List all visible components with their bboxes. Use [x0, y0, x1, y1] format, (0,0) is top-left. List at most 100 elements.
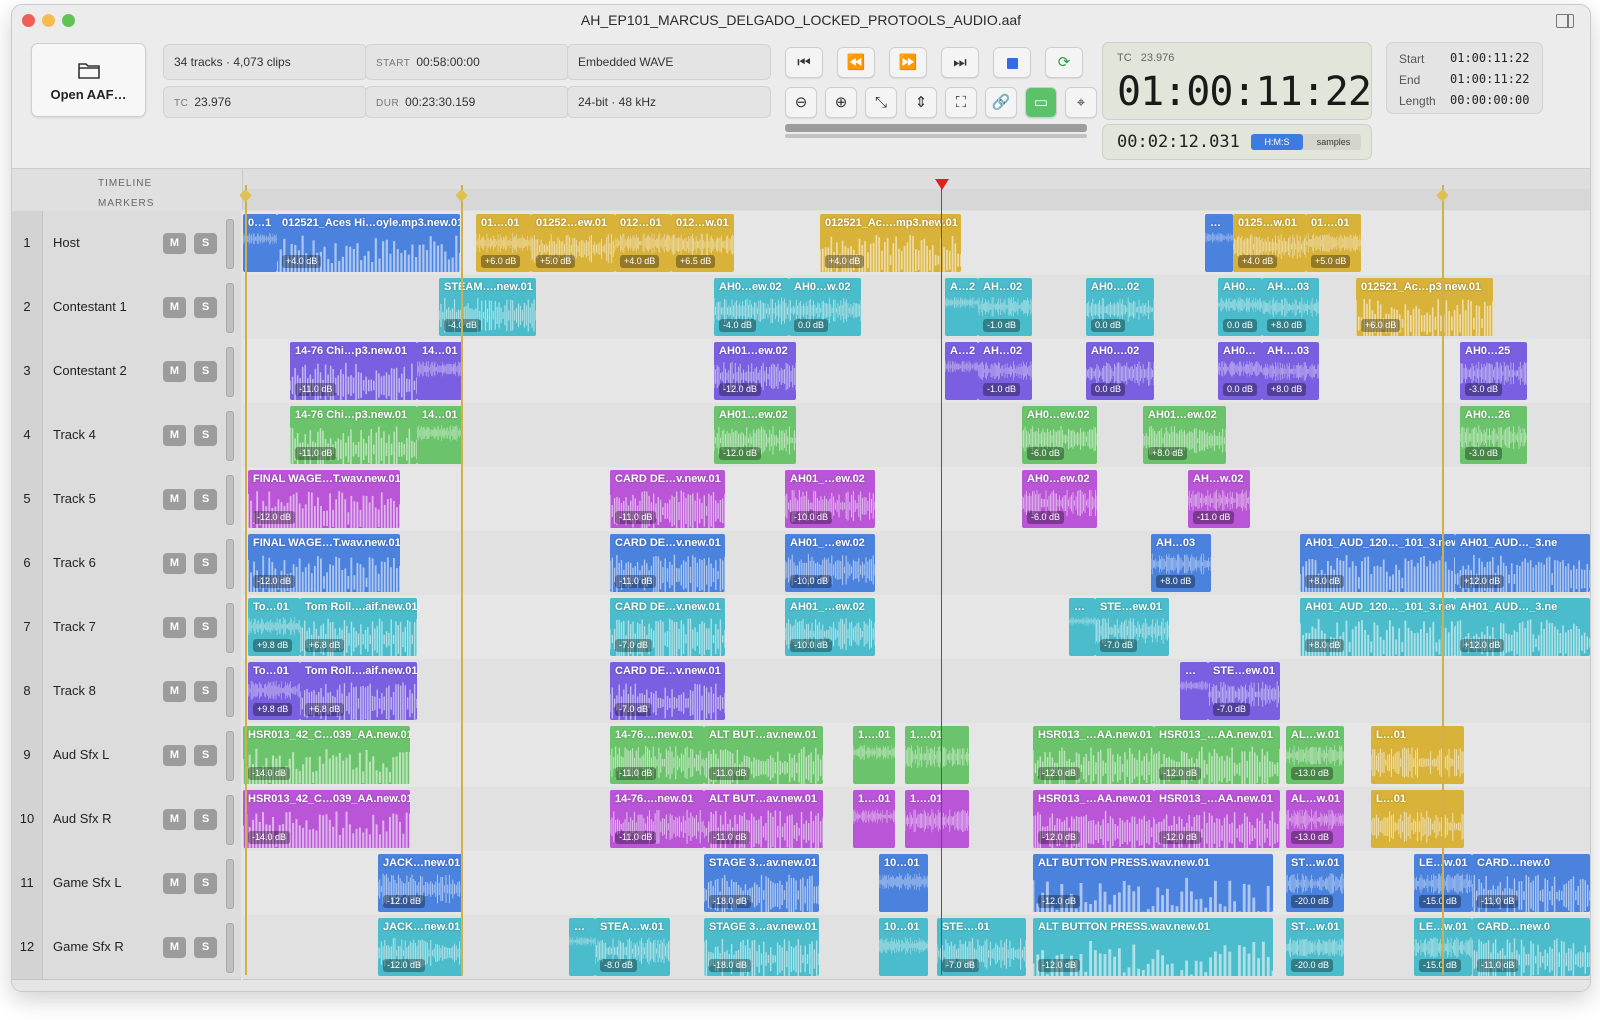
audio-clip[interactable]: AH0….02 0.0 dB	[1086, 342, 1154, 400]
audio-clip[interactable]: L…01	[1371, 790, 1464, 848]
track-volume-fader[interactable]	[226, 859, 234, 909]
track-volume-fader[interactable]	[226, 603, 234, 653]
audio-clip[interactable]: ALT BUTTON PRESS.wav.new.01 -12.0 dB	[1033, 918, 1273, 976]
mute-button[interactable]: M	[163, 233, 186, 254]
mute-button[interactable]: M	[163, 873, 186, 894]
solo-button[interactable]: S	[194, 745, 217, 766]
zoom-in-button[interactable]: ⊕	[825, 87, 857, 118]
mute-button[interactable]: M	[163, 361, 186, 382]
audio-clip[interactable]: AH0…w.02 0.0 dB	[789, 278, 861, 336]
audio-clip[interactable]: STE….01 -7.0 dB	[937, 918, 1026, 976]
audio-clip[interactable]: ST…w.01 -20.0 dB	[1286, 918, 1344, 976]
track-header[interactable]: 1 Host M S	[12, 211, 241, 276]
track-lane[interactable]: HSR013_42_C…039_AA.new.01 -14.0 dB 14-76….…	[243, 787, 1590, 852]
audio-clip[interactable]: JACK…new.01 -12.0 dB	[378, 918, 463, 976]
sidebar-toggle-icon[interactable]	[1556, 14, 1574, 28]
solo-button[interactable]: S	[194, 489, 217, 510]
open-aaf-button[interactable]: Open AAF…	[31, 43, 146, 117]
track-header[interactable]: 10 Aud Sfx R M S	[12, 787, 241, 852]
audio-clip[interactable]: FINAL WAGE…T.wav.new.01 -12.0 dB	[248, 534, 400, 592]
time-format-toggle[interactable]: H:M:S samples	[1251, 134, 1361, 150]
audio-clip[interactable]: CARD…new.0 -11.0 dB	[1472, 854, 1590, 912]
track-lane[interactable]: FINAL WAGE…T.wav.new.01 -12.0 dB CARD DE…v…	[243, 531, 1590, 596]
track-header[interactable]: 7 Track 7 M S	[12, 595, 241, 660]
audio-clip[interactable]: 012521_Ac….mp3.new.01 +4.0 dB	[820, 214, 961, 272]
mute-button[interactable]: M	[163, 489, 186, 510]
audio-clip[interactable]: …	[1205, 214, 1233, 272]
solo-button[interactable]: S	[194, 425, 217, 446]
audio-clip[interactable]: ALT BUTTON PRESS.wav.new.01 -12.0 dB	[1033, 854, 1273, 912]
audio-clip[interactable]: AH…03 +8.0 dB	[1151, 534, 1211, 592]
track-header[interactable]: 4 Track 4 M S	[12, 403, 241, 468]
audio-clip[interactable]: AH01_…ew.02 -10.0 dB	[785, 470, 875, 528]
track-volume-fader[interactable]	[226, 475, 234, 525]
audio-clip[interactable]: HSR013_…AA.new.01 -12.0 dB	[1033, 726, 1154, 784]
audio-clip[interactable]: …	[569, 918, 595, 976]
audio-clip[interactable]: To…01 +9.8 dB	[248, 662, 300, 720]
audio-clip[interactable]: AH01_AUD_120…_101_3.new. +8.0 dB	[1300, 598, 1455, 656]
audio-clip[interactable]: 012521_Aces Hi…oyle.mp3.new.01 +4.0 dB	[277, 214, 460, 272]
track-lane[interactable]: FINAL WAGE…T.wav.new.01 -12.0 dB CARD DE…v…	[243, 467, 1590, 532]
audio-clip[interactable]: …	[1069, 598, 1095, 656]
audio-clip[interactable]: STEA…w.01 -8.0 dB	[595, 918, 670, 976]
audio-clip[interactable]: L…01	[1371, 726, 1464, 784]
track-volume-fader[interactable]	[226, 667, 234, 717]
track-lane[interactable]: HSR013_42_C…039_AA.new.01 -14.0 dB 14-76….…	[243, 723, 1590, 788]
solo-button[interactable]: S	[194, 617, 217, 638]
audio-clip[interactable]: CARD DE…v.new.01 -7.0 dB	[610, 662, 725, 720]
audio-clip[interactable]: AH0…ew.02 -6.0 dB	[1022, 406, 1097, 464]
locate-button[interactable]: ⌖	[1065, 87, 1097, 118]
audio-clip[interactable]: AH0….02 0.0 dB	[1086, 278, 1154, 336]
track-lane[interactable]: 14-76 Chi…p3.new.01 -11.0 dB 14…01 AH01…ew.…	[243, 339, 1590, 404]
audio-clip[interactable]: AH01_…ew.02 -10.0 dB	[785, 534, 875, 592]
track-volume-fader[interactable]	[226, 539, 234, 589]
audio-clip[interactable]: 14-76 Chi…p3.new.01 -11.0 dB	[290, 406, 417, 464]
audio-clip[interactable]: AH0…26 -3.0 dB	[1460, 406, 1527, 464]
audio-clip[interactable]: AH01…ew.02 +8.0 dB	[1143, 406, 1226, 464]
audio-clip[interactable]: HSR013_42_C…039_AA.new.01 -14.0 dB	[243, 790, 410, 848]
track-volume-fader[interactable]	[226, 219, 234, 269]
mute-button[interactable]: M	[163, 553, 186, 574]
playhead-handle[interactable]	[935, 179, 949, 190]
track-volume-fader[interactable]	[226, 731, 234, 781]
solo-button[interactable]: S	[194, 297, 217, 318]
track-header[interactable]: 6 Track 6 M S	[12, 531, 241, 596]
audio-clip[interactable]: AL…w.01 -13.0 dB	[1286, 726, 1344, 784]
audio-clip[interactable]: HSR013_42_C…039_AA.new.01 -14.0 dB	[243, 726, 410, 784]
audio-clip[interactable]: AH01_AUD…_3.ne +12.0 dB	[1455, 534, 1590, 592]
audio-clip[interactable]: CARD…new.0 -11.0 dB	[1472, 918, 1590, 976]
audio-clip[interactable]: 1….01	[905, 790, 969, 848]
zoom-window-button[interactable]	[62, 14, 75, 27]
track-header[interactable]: 8 Track 8 M S	[12, 659, 241, 724]
audio-clip[interactable]: 01….01 +6.0 dB	[476, 214, 531, 272]
mute-button[interactable]: M	[163, 617, 186, 638]
audio-clip[interactable]: 01252…ew.01 +5.0 dB	[531, 214, 615, 272]
track-lane[interactable]: 14-76 Chi…p3.new.01 -11.0 dB 14…01 AH01…ew.…	[243, 403, 1590, 468]
audio-clip[interactable]: CARD DE…v.new.01 -11.0 dB	[610, 470, 725, 528]
audio-clip[interactable]: AH01_…ew.02 -10.0 dB	[785, 598, 875, 656]
audio-clip[interactable]: ST…w.01 -20.0 dB	[1286, 854, 1344, 912]
audio-clip[interactable]: 1….01	[853, 790, 895, 848]
audio-clip[interactable]: ALT BUT…av.new.01 -11.0 dB	[704, 726, 823, 784]
audio-clip[interactable]: ALT BUT…av.new.01 -11.0 dB	[704, 790, 823, 848]
audio-clip[interactable]: AH0…ew.02 -4.0 dB	[714, 278, 789, 336]
audio-clip[interactable]: 012521_Ac…p3.new.01 +6.0 dB	[1356, 278, 1493, 336]
track-lane[interactable]: To…01 +9.8 dB Tom Roll….aif.new.01 +6.8 dB C…	[243, 595, 1590, 660]
audio-clip[interactable]: Tom Roll….aif.new.01 +6.8 dB	[300, 662, 417, 720]
mute-button[interactable]: M	[163, 425, 186, 446]
track-lane[interactable]: 0…1 012521_Aces Hi…oyle.mp3.new.01 +4.0 dB…	[243, 211, 1590, 276]
audio-clip[interactable]: AH01_AUD…_3.ne +12.0 dB	[1455, 598, 1590, 656]
audio-clip[interactable]: AH01…ew.02 -12.0 dB	[714, 406, 796, 464]
audio-clip[interactable]: AH01…ew.02 -12.0 dB	[714, 342, 796, 400]
timeline-ruler[interactable]	[242, 169, 1590, 189]
track-header[interactable]: 12 Game Sfx R M S	[12, 915, 241, 980]
audio-clip[interactable]: AH0… 0.0 dB	[1218, 278, 1262, 336]
audio-clip[interactable]: HSR013_…AA.new.01 -12.0 dB	[1154, 790, 1280, 848]
audio-clip[interactable]: 14-76 Chi…p3.new.01 -11.0 dB	[290, 342, 417, 400]
audio-clip[interactable]: A…2	[945, 342, 978, 400]
audio-clip[interactable]: 10…01	[879, 854, 928, 912]
mute-button[interactable]: M	[163, 745, 186, 766]
zoom-out-button[interactable]: ⊖	[785, 87, 817, 118]
audio-clip[interactable]: AH0…ew.02 -6.0 dB	[1022, 470, 1097, 528]
audio-clip[interactable]: 0…1	[243, 214, 277, 272]
